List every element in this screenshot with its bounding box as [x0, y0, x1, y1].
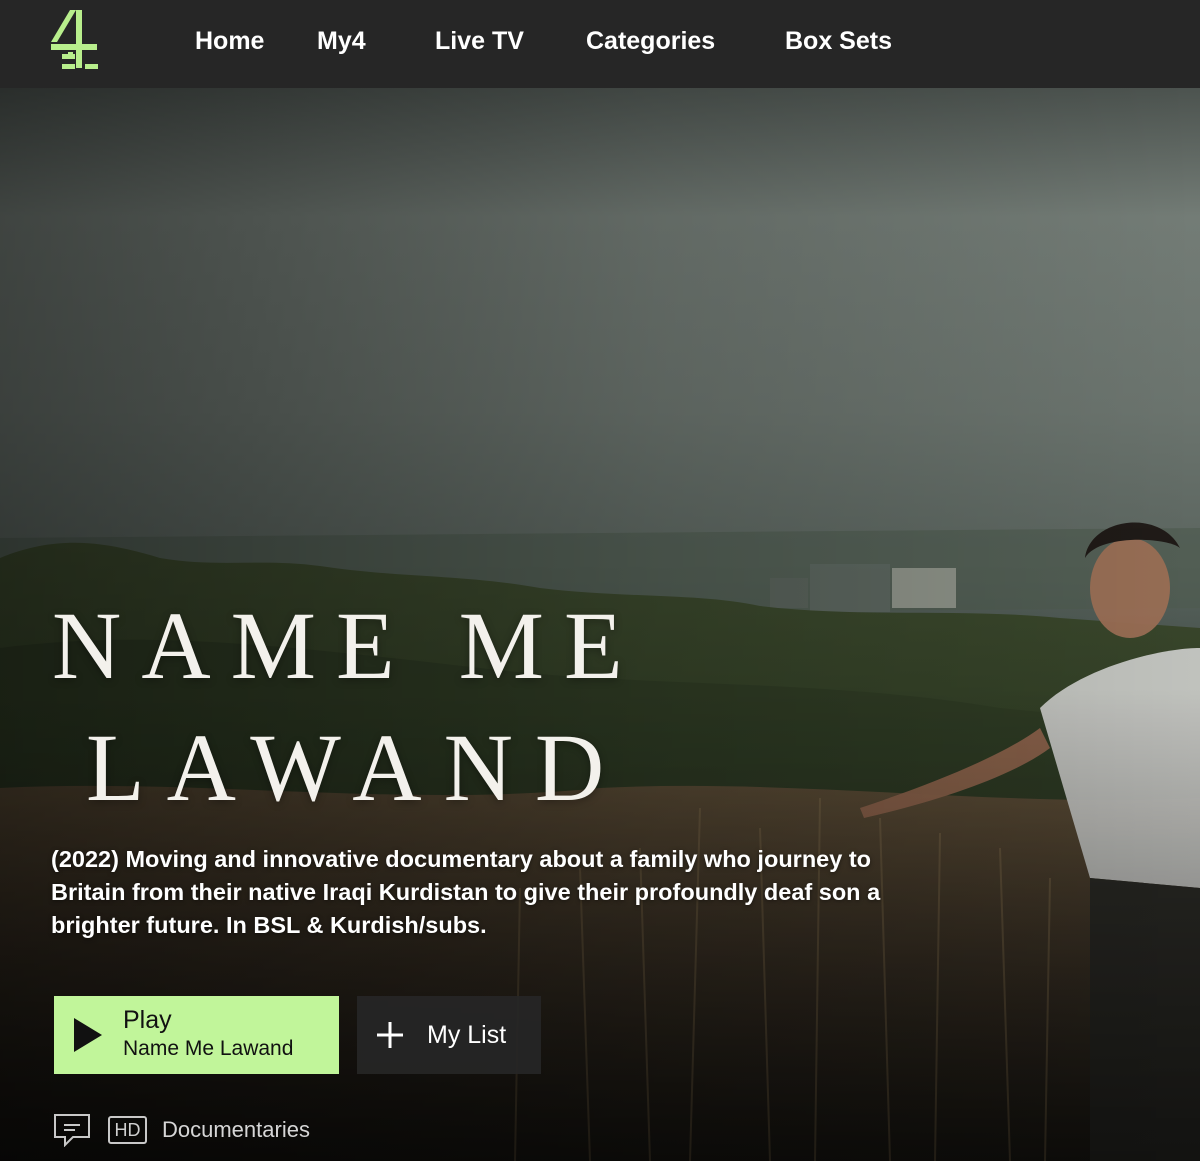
subtitles-icon: [54, 1114, 90, 1147]
nav-my4[interactable]: My4: [317, 24, 366, 58]
play-button-subtitle: Name Me Lawand: [123, 1037, 294, 1060]
hd-badge: HD: [108, 1116, 147, 1144]
top-nav: Home My4 Live TV Categories Box Sets: [0, 0, 1200, 88]
nav-home[interactable]: Home: [195, 24, 264, 58]
genre-label[interactable]: Documentaries: [162, 1115, 310, 1145]
programme-meta: HD Documentaries: [53, 1112, 453, 1148]
play-icon: [74, 1018, 102, 1052]
hero-title-line-1: NAME ME: [52, 592, 643, 699]
plus-icon: [377, 1022, 403, 1048]
hero-description: (2022) Moving and innovative documentary…: [51, 846, 881, 938]
page: Home My4 Live TV Categories Box Sets NAM…: [0, 0, 1200, 1161]
nav-box-sets[interactable]: Box Sets: [785, 24, 892, 58]
my-list-label: My List: [427, 1021, 507, 1049]
hero-banner: NAME ME LAWAND (2022) Moving and innovat…: [0, 88, 1200, 1161]
nav-live-tv[interactable]: Live TV: [435, 24, 524, 58]
hero-title-line-2: LAWAND: [86, 714, 627, 821]
play-button-label: Play: [123, 1006, 172, 1034]
nav-categories[interactable]: Categories: [586, 24, 715, 58]
play-button[interactable]: Play Name Me Lawand: [54, 996, 339, 1074]
my-list-button[interactable]: My List: [357, 996, 541, 1074]
channel4-logo-icon[interactable]: [48, 8, 100, 72]
